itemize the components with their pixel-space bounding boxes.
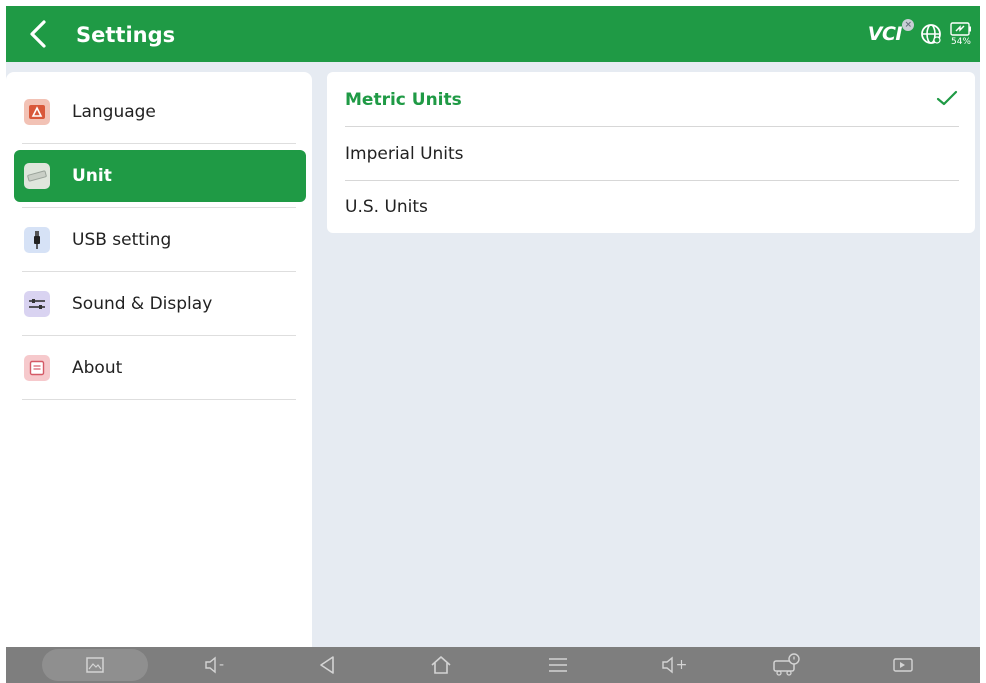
screen-record-icon — [893, 658, 913, 672]
volume-up-label: + — [675, 657, 688, 673]
volume-up-button[interactable]: + — [654, 647, 694, 683]
sidebar-item-label: Language — [72, 102, 156, 122]
menu-icon — [549, 658, 567, 672]
app-window: Settings VCI × 54% Language Unit USB set… — [6, 6, 980, 683]
back-button[interactable] — [20, 16, 56, 52]
nav-menu-button[interactable] — [541, 647, 575, 683]
nav-back-button[interactable] — [310, 647, 344, 683]
language-icon — [24, 99, 50, 125]
sliders-icon — [24, 291, 50, 317]
unit-options-panel: Metric Units Imperial Units U.S. Units — [327, 72, 975, 233]
home-icon — [431, 656, 451, 674]
sidebar-item-label: USB setting — [72, 230, 172, 250]
battery-indicator: 54% — [950, 21, 972, 47]
sidebar-item-about[interactable]: About — [14, 342, 306, 394]
page-title: Settings — [76, 23, 176, 47]
sidebar-item-usb-setting[interactable]: USB setting — [14, 214, 306, 266]
ruler-icon — [24, 163, 50, 189]
divider — [345, 126, 959, 127]
battery-charging-icon — [950, 21, 971, 36]
option-imperial-units[interactable]: Imperial Units — [345, 128, 959, 180]
divider — [22, 399, 296, 400]
sidebar-item-label: Sound & Display — [72, 294, 213, 314]
globe-icon[interactable] — [920, 23, 942, 45]
option-label: Imperial Units — [345, 144, 464, 164]
divider — [22, 143, 296, 144]
title-bar: Settings VCI × 54% — [6, 6, 980, 62]
vehicle-diagnostic-icon — [773, 653, 800, 676]
sidebar-item-label: Unit — [72, 166, 112, 186]
disconnected-icon: × — [902, 19, 914, 31]
sidebar-item-label: About — [72, 358, 123, 378]
vehicle-diagnostic-button[interactable] — [766, 647, 806, 683]
back-icon — [320, 656, 334, 674]
nav-home-button[interactable] — [424, 647, 458, 683]
volume-down-label: - — [218, 657, 225, 673]
divider — [22, 207, 296, 208]
vci-status[interactable]: VCI × — [867, 19, 914, 45]
option-us-units[interactable]: U.S. Units — [345, 181, 959, 233]
option-label: Metric Units — [345, 90, 462, 110]
option-label: U.S. Units — [345, 197, 428, 217]
volume-up-icon — [661, 656, 673, 674]
usb-icon — [24, 227, 50, 253]
sidebar-item-sound-display[interactable]: Sound & Display — [14, 278, 306, 330]
checkmark-icon — [936, 90, 958, 106]
chevron-left-icon — [30, 20, 46, 48]
volume-down-icon — [205, 656, 216, 674]
status-area: VCI × 54% — [868, 16, 972, 52]
volume-down-button[interactable]: - — [194, 647, 234, 683]
settings-sidebar: Language Unit USB setting Sound & Displa… — [6, 72, 312, 647]
sidebar-item-unit[interactable]: Unit — [14, 150, 306, 202]
about-icon — [24, 355, 50, 381]
sidebar-item-language[interactable]: Language — [14, 86, 306, 138]
battery-level: 54% — [950, 36, 971, 47]
option-metric-units[interactable]: Metric Units — [345, 74, 959, 126]
screenshot-icon — [86, 657, 104, 673]
vci-label: VCI — [867, 23, 903, 45]
divider — [22, 271, 296, 272]
system-nav-bar: - + — [6, 647, 980, 683]
screen-record-button[interactable] — [886, 647, 920, 683]
divider — [22, 335, 296, 336]
screenshot-button[interactable] — [80, 647, 110, 683]
